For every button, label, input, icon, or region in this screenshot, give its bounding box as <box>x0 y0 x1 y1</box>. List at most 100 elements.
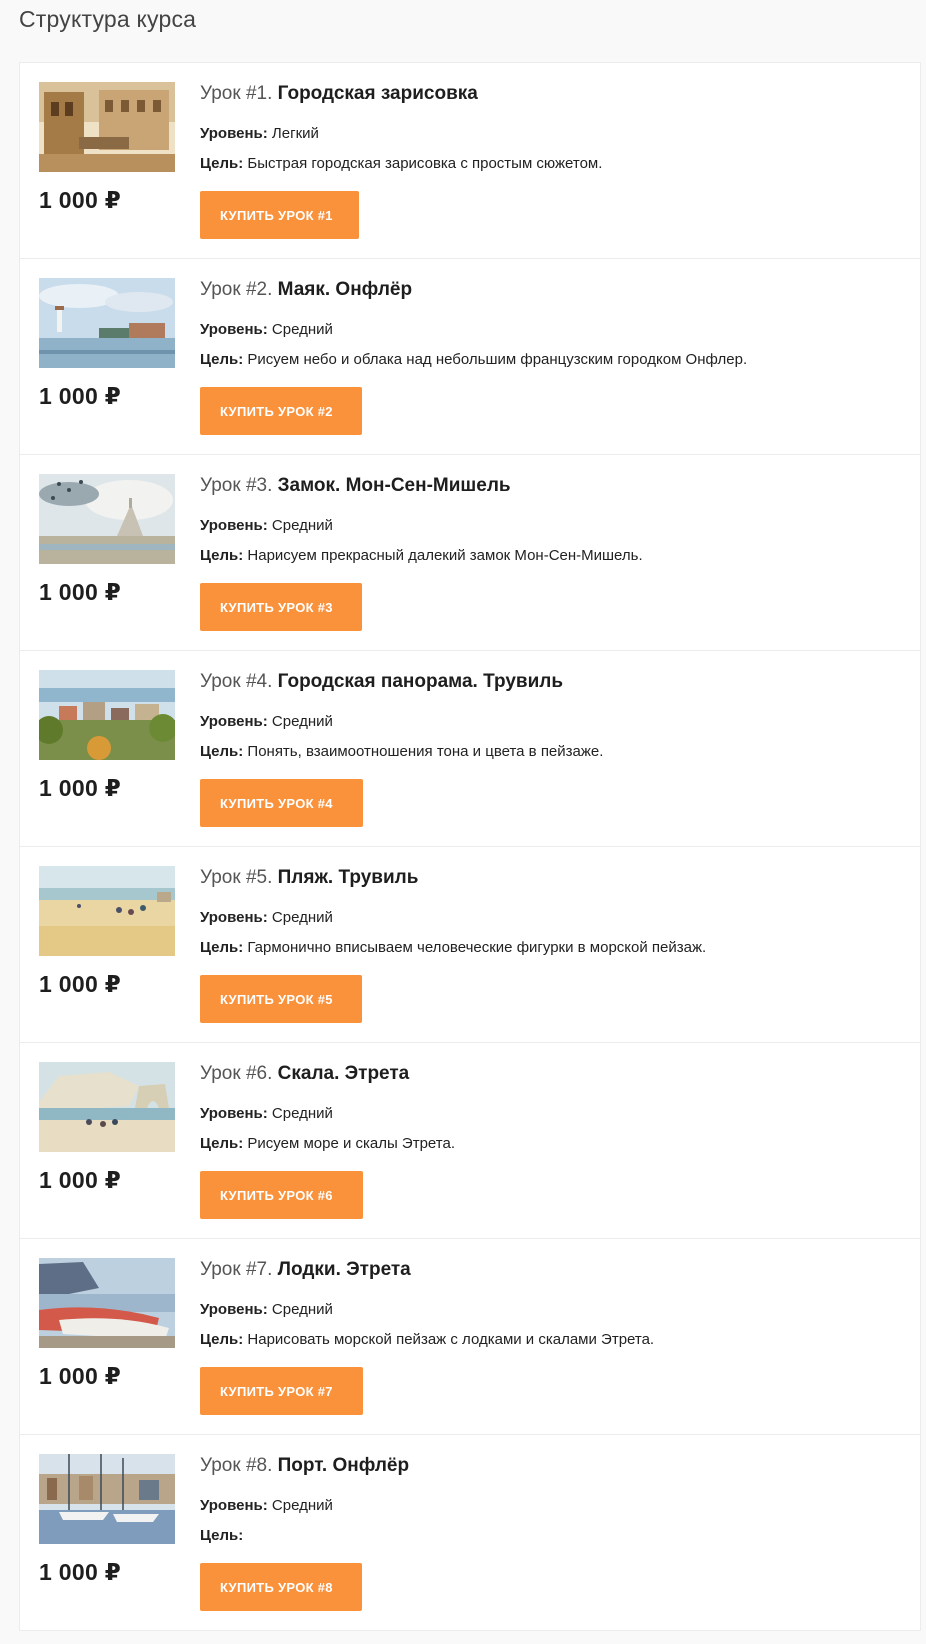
goal-value: Нарисовать морской пейзаж с лодками и ск… <box>247 1331 655 1348</box>
level-label: Уровень: <box>200 1301 268 1318</box>
lesson-name: Замок. Мон-Сен-Мишель <box>277 475 511 496</box>
buy-lesson-button[interactable]: КУПИТЬ УРОК #1 <box>200 191 359 239</box>
lesson-image[interactable] <box>39 474 175 564</box>
level-label: Уровень: <box>200 125 268 142</box>
lesson-name: Городская зарисовка <box>277 83 478 104</box>
lesson-number: Урок #3. <box>200 475 273 496</box>
lesson-goal: Цель: Быстрая городская зарисовка с прос… <box>200 155 602 172</box>
goal-value: Рисуем море и скалы Этрета. <box>247 1135 455 1152</box>
goal-label: Цель: <box>200 547 244 564</box>
lesson-price: 1 000 ₽ <box>39 187 122 213</box>
lesson-name: Городская панорама. Трувиль <box>277 671 563 692</box>
lesson-image[interactable] <box>39 82 175 172</box>
lesson-goal: Цель: Понять, взаимоотношения тона и цве… <box>200 743 603 760</box>
lesson-number: Урок #5. <box>200 867 273 888</box>
lesson-price: 1 000 ₽ <box>39 971 122 997</box>
level-label: Уровень: <box>200 1497 268 1514</box>
lesson-goal: Цель: Нарисуем прекрасный далекий замок … <box>200 547 643 564</box>
lesson-title: Урок #1. Городская зарисовка <box>200 80 478 108</box>
lesson-image[interactable] <box>39 278 175 368</box>
lesson-level: Уровень: Средний <box>200 1105 333 1122</box>
goal-label: Цель: <box>200 351 244 368</box>
lesson-card: 1 000 ₽ Урок #2. Маяк. Онфлёр Уровень: С… <box>19 258 921 454</box>
level-value: Средний <box>271 1497 333 1514</box>
lesson-image[interactable] <box>39 866 175 956</box>
lesson-name: Пляж. Трувиль <box>277 867 419 888</box>
goal-label: Цель: <box>200 155 244 172</box>
goal-value: Рисуем небо и облака над небольшим франц… <box>247 351 748 368</box>
level-label: Уровень: <box>200 517 268 534</box>
lesson-list: 1 000 ₽ Урок #1. Городская зарисовка Уро… <box>19 62 921 1631</box>
lesson-level: Уровень: Средний <box>200 909 333 926</box>
buy-lesson-button[interactable]: КУПИТЬ УРОК #8 <box>200 1563 362 1611</box>
lesson-level: Уровень: Средний <box>200 1497 333 1514</box>
lesson-title: Урок #6. Скала. Этрета <box>200 1060 409 1088</box>
lesson-number: Урок #4. <box>200 671 273 692</box>
level-label: Уровень: <box>200 1105 268 1122</box>
buy-lesson-button[interactable]: КУПИТЬ УРОК #7 <box>200 1367 363 1415</box>
level-value: Средний <box>271 1105 333 1122</box>
buy-lesson-button[interactable]: КУПИТЬ УРОК #3 <box>200 583 362 631</box>
lesson-number: Урок #7. <box>200 1259 273 1280</box>
goal-label: Цель: <box>200 743 244 760</box>
lesson-goal: Цель: Нарисовать морской пейзаж с лодкам… <box>200 1331 654 1348</box>
lesson-image[interactable] <box>39 1062 175 1152</box>
lesson-level: Уровень: Средний <box>200 517 333 534</box>
lesson-image[interactable] <box>39 670 175 760</box>
goal-value: Понять, взаимоотношения тона и цвета в п… <box>247 743 604 760</box>
lesson-price: 1 000 ₽ <box>39 383 122 409</box>
level-value: Средний <box>271 713 333 730</box>
lesson-title: Урок #3. Замок. Мон-Сен-Мишель <box>200 472 511 500</box>
lesson-title: Урок #5. Пляж. Трувиль <box>200 864 418 892</box>
level-value: Средний <box>271 517 333 534</box>
page-title: Структура курса <box>19 6 197 32</box>
level-value: Легкий <box>271 125 319 142</box>
lesson-name: Лодки. Этрета <box>277 1259 411 1280</box>
lesson-card: 1 000 ₽ Урок #8. Порт. Онфлёр Уровень: С… <box>19 1434 921 1631</box>
lesson-level: Уровень: Средний <box>200 713 333 730</box>
lesson-number: Урок #8. <box>200 1455 273 1476</box>
lesson-price: 1 000 ₽ <box>39 1363 122 1389</box>
lesson-price: 1 000 ₽ <box>39 579 122 605</box>
lesson-level: Уровень: Легкий <box>200 125 319 142</box>
buy-lesson-button[interactable]: КУПИТЬ УРОК #5 <box>200 975 362 1023</box>
lesson-number: Урок #6. <box>200 1063 273 1084</box>
lesson-name: Маяк. Онфлёр <box>277 279 413 300</box>
buy-lesson-button[interactable]: КУПИТЬ УРОК #4 <box>200 779 363 827</box>
buy-lesson-button[interactable]: КУПИТЬ УРОК #2 <box>200 387 362 435</box>
lesson-card: 1 000 ₽ Урок #5. Пляж. Трувиль Уровень: … <box>19 846 921 1042</box>
lesson-goal: Цель: <box>200 1527 243 1544</box>
lesson-card: 1 000 ₽ Урок #6. Скала. Этрета Уровень: … <box>19 1042 921 1238</box>
lesson-goal: Цель: Рисуем море и скалы Этрета. <box>200 1135 455 1152</box>
level-label: Уровень: <box>200 909 268 926</box>
goal-label: Цель: <box>200 1135 244 1152</box>
level-value: Средний <box>271 1301 333 1318</box>
buy-lesson-button[interactable]: КУПИТЬ УРОК #6 <box>200 1171 363 1219</box>
lesson-image[interactable] <box>39 1454 175 1544</box>
goal-label: Цель: <box>200 939 244 956</box>
lesson-goal: Цель: Рисуем небо и облака над небольшим… <box>200 351 747 368</box>
lesson-number: Урок #2. <box>200 279 273 300</box>
goal-label: Цель: <box>200 1527 244 1544</box>
lesson-card: 1 000 ₽ Урок #1. Городская зарисовка Уро… <box>19 62 921 258</box>
goal-value: Нарисуем прекрасный далекий замок Мон-Се… <box>247 547 643 564</box>
lesson-image[interactable] <box>39 1258 175 1348</box>
lesson-price: 1 000 ₽ <box>39 1559 122 1585</box>
lesson-title: Урок #7. Лодки. Этрета <box>200 1256 411 1284</box>
lesson-title: Урок #4. Городская панорама. Трувиль <box>200 668 563 696</box>
lesson-goal: Цель: Гармонично вписываем человеческие … <box>200 939 706 956</box>
lesson-name: Скала. Этрета <box>277 1063 410 1084</box>
level-value: Средний <box>271 909 333 926</box>
lesson-level: Уровень: Средний <box>200 321 333 338</box>
lesson-level: Уровень: Средний <box>200 1301 333 1318</box>
goal-value: Быстрая городская зарисовка с простым сю… <box>247 155 603 172</box>
level-label: Уровень: <box>200 713 268 730</box>
level-label: Уровень: <box>200 321 268 338</box>
lesson-name: Порт. Онфлёр <box>277 1455 410 1476</box>
lesson-card: 1 000 ₽ Урок #4. Городская панорама. Тру… <box>19 650 921 846</box>
lesson-card: 1 000 ₽ Урок #7. Лодки. Этрета Уровень: … <box>19 1238 921 1434</box>
level-value: Средний <box>271 321 333 338</box>
lesson-title: Урок #8. Порт. Онфлёр <box>200 1452 409 1480</box>
goal-value: Гармонично вписываем человеческие фигурк… <box>247 939 707 956</box>
lesson-number: Урок #1. <box>200 83 273 104</box>
